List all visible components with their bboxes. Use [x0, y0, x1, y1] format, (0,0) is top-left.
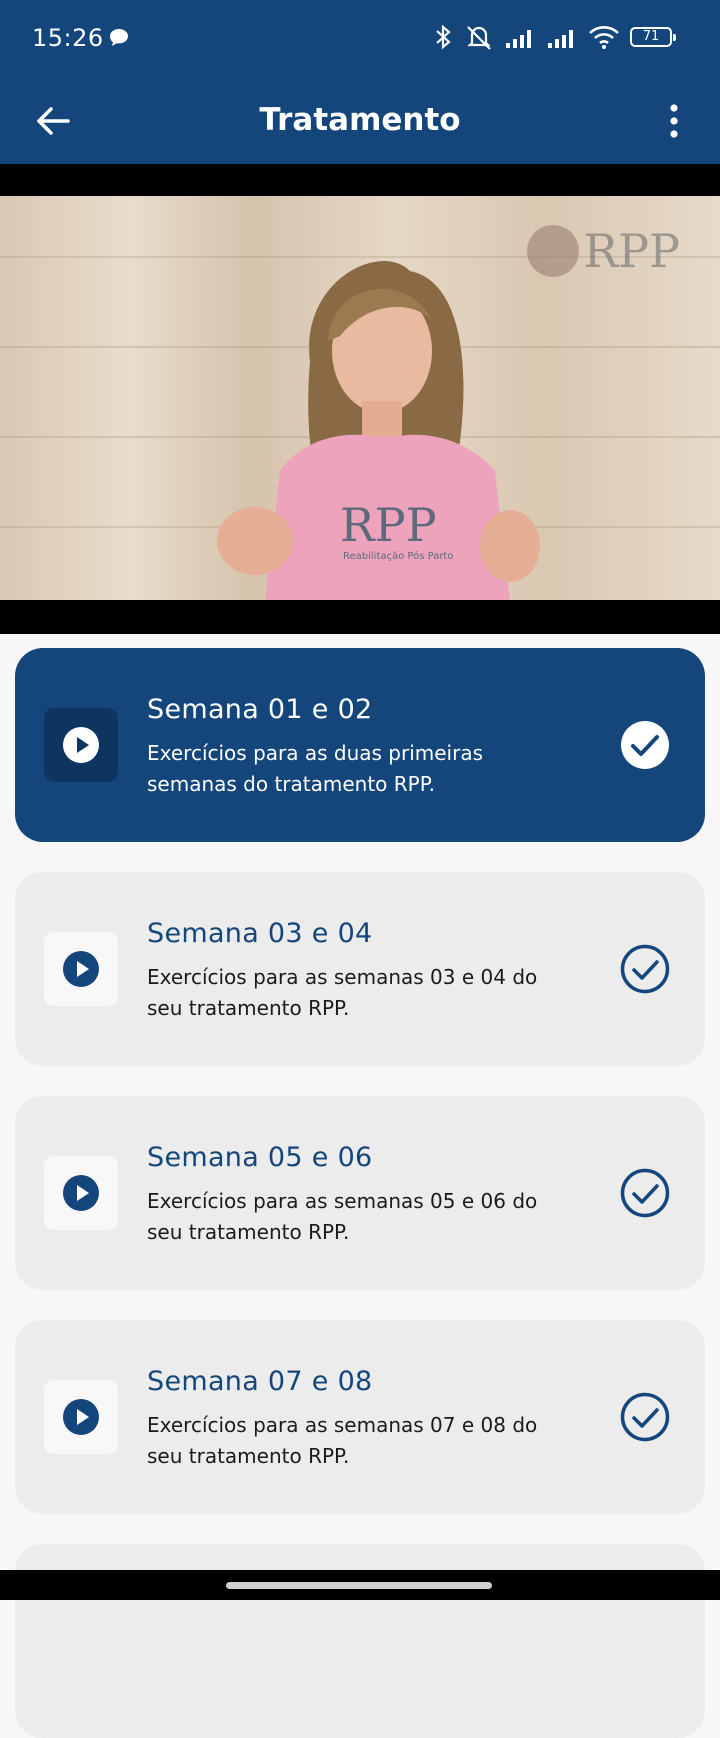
navigation-bar [0, 1570, 720, 1600]
week-title: Semana 01 e 02 [147, 694, 373, 725]
signal-icon [506, 30, 531, 48]
shirt-logo-text: RPP [340, 498, 437, 552]
signal-icon [548, 30, 573, 48]
play-icon [63, 1175, 99, 1211]
week-description: Exercícios para as semanas 07 e 08 do se… [147, 1413, 538, 1468]
video-logo-text: RPP [583, 224, 680, 278]
week-card-07-08[interactable]: Semana 07 e 08 Exercícios para as semana… [15, 1320, 705, 1514]
play-button[interactable] [44, 1380, 118, 1454]
week-card-05-06[interactable]: Semana 05 e 06 Exercícios para as semana… [15, 1096, 705, 1290]
shirt-logo-subtitle: Reabilitação Pós Parto [343, 550, 453, 562]
page-title: Tratamento [259, 102, 461, 138]
check-circle-icon [620, 944, 670, 994]
wifi-icon [589, 26, 619, 49]
mute-icon [467, 26, 491, 50]
play-icon [63, 1399, 99, 1435]
home-indicator[interactable] [226, 1582, 492, 1589]
play-button[interactable] [44, 932, 118, 1006]
battery-icon: 71 [630, 27, 676, 47]
video-logo: RPP [527, 224, 680, 278]
play-button[interactable] [44, 1156, 118, 1230]
play-icon [63, 727, 99, 763]
presenter-image: RPP Reabilitação Pós Parto [217, 261, 540, 600]
bluetooth-icon [436, 24, 451, 50]
battery-level: 71 [642, 29, 660, 44]
message-icon [110, 29, 128, 46]
check-circle-icon [620, 1392, 670, 1442]
play-button[interactable] [44, 708, 118, 782]
week-title: Semana 05 e 06 [147, 1142, 373, 1173]
week-description: Exercícios para as semanas 03 e 04 do se… [147, 965, 538, 1020]
status-icons: 71 [432, 22, 676, 52]
more-vertical-icon[interactable] [662, 98, 686, 144]
play-icon [63, 951, 99, 987]
week-title: Semana 03 e 04 [147, 918, 373, 949]
week-card-03-04[interactable]: Semana 03 e 04 Exercícios para as semana… [15, 872, 705, 1066]
status-bar: 15:26 71 [0, 0, 720, 78]
video-frame[interactable]: RPP RPP Reabilitação Pós Parto [0, 196, 720, 600]
video-player[interactable]: RPP RPP Reabilitação Pós Parto [0, 164, 720, 634]
week-description: Exercícios para as semanas 05 e 06 do se… [147, 1189, 538, 1244]
status-time: 15:26 [32, 24, 104, 52]
week-title: Semana 07 e 08 [147, 1366, 373, 1397]
check-circle-icon [620, 1168, 670, 1218]
check-circle-icon [621, 721, 669, 769]
app-bar: Tratamento [0, 78, 720, 164]
week-card-01-02[interactable]: Semana 01 e 02 Exercícios para as duas p… [15, 648, 705, 842]
week-description: Exercícios para as duas primeiras semana… [147, 741, 484, 796]
